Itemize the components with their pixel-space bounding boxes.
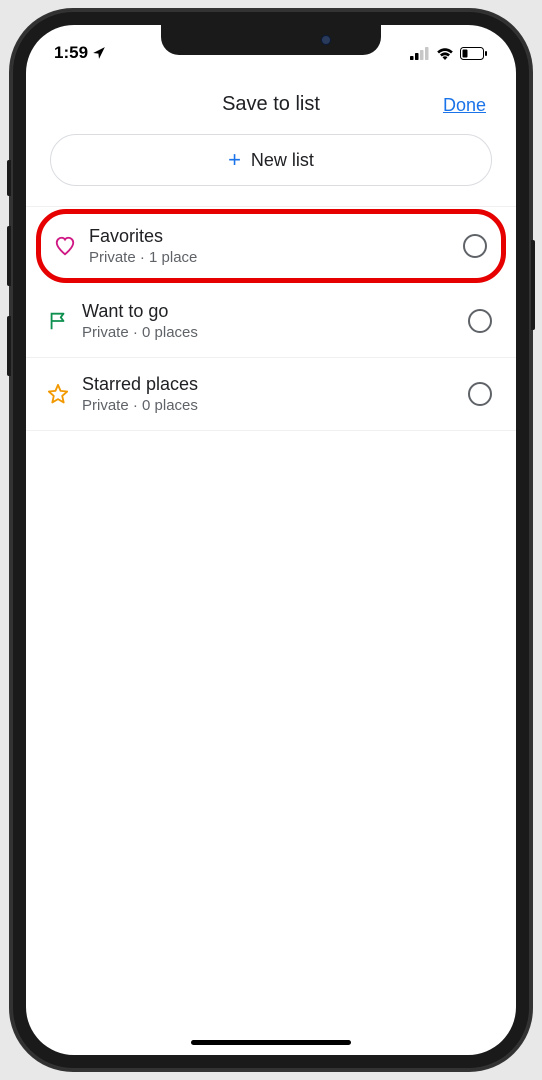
- star-icon: [44, 380, 72, 408]
- list-item-subtitle: Private · 0 places: [82, 397, 468, 414]
- lists-container: Favorites Private · 1 place Want to go P…: [26, 206, 516, 431]
- list-item-starred-places[interactable]: Starred places Private · 0 places: [26, 358, 516, 431]
- page-title: Save to list: [222, 93, 320, 116]
- screen: 1:59: [26, 25, 516, 1055]
- status-time: 1:59: [54, 43, 88, 63]
- list-item-text: Starred places Private · 0 places: [82, 374, 468, 414]
- heart-icon: [51, 232, 79, 260]
- wifi-icon: [436, 47, 454, 60]
- location-services-icon: [92, 46, 106, 60]
- phone-device-frame: 1:59: [11, 10, 531, 1070]
- list-item-favorites[interactable]: Favorites Private · 1 place: [36, 209, 506, 283]
- radio-button[interactable]: [463, 234, 487, 258]
- modal-header: Save to list Done: [26, 69, 516, 134]
- list-item-text: Favorites Private · 1 place: [89, 226, 463, 266]
- list-item-title: Starred places: [82, 374, 468, 395]
- done-button[interactable]: Done: [443, 95, 486, 116]
- new-list-button[interactable]: + New list: [50, 134, 492, 186]
- home-indicator[interactable]: [191, 1040, 351, 1045]
- new-list-label: New list: [251, 150, 314, 171]
- list-item-subtitle: Private · 0 places: [82, 324, 468, 341]
- radio-button[interactable]: [468, 309, 492, 333]
- battery-icon: [460, 47, 488, 60]
- radio-button[interactable]: [468, 382, 492, 406]
- device-notch: [161, 25, 381, 55]
- list-item-title: Want to go: [82, 301, 468, 322]
- flag-icon: [44, 307, 72, 335]
- list-item-text: Want to go Private · 0 places: [82, 301, 468, 341]
- plus-icon: +: [228, 147, 241, 173]
- list-item-title: Favorites: [89, 226, 463, 247]
- cellular-signal-icon: [410, 47, 430, 60]
- list-item-want-to-go[interactable]: Want to go Private · 0 places: [26, 285, 516, 358]
- list-item-subtitle: Private · 1 place: [89, 249, 463, 266]
